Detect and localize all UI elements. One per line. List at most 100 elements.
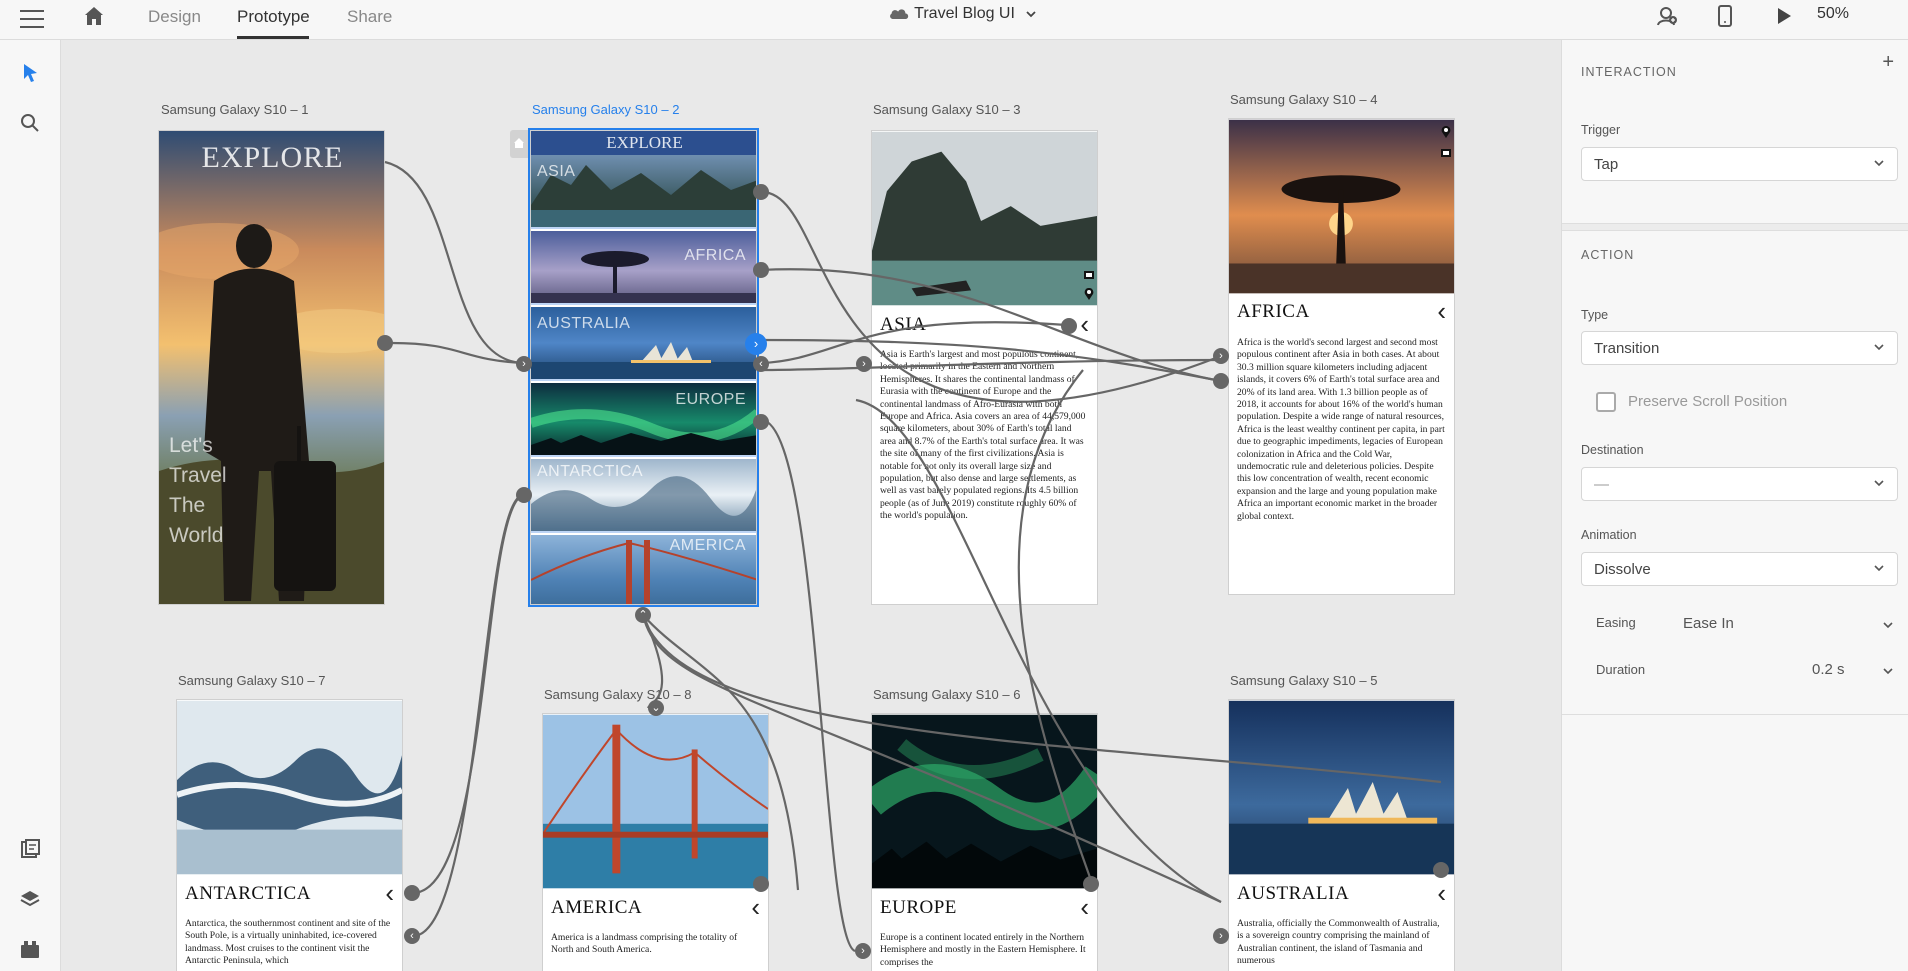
animation-value: Dissolve	[1594, 561, 1651, 578]
strip-america[interactable]: AMERICA	[531, 535, 756, 604]
wire-node[interactable]	[753, 414, 769, 430]
wire-node[interactable]	[1083, 876, 1099, 892]
hamburger-menu-icon[interactable]	[20, 4, 44, 34]
artboard-7[interactable]: ANTARCTICA ‹ Antarctica, the southernmos…	[176, 699, 403, 971]
artboard-3[interactable]: ASIA ‹ Asia is Earth's largest and most …	[871, 130, 1098, 605]
australia-body: Australia, officially the Commonwealth o…	[1237, 918, 1440, 967]
selected-wire-handle[interactable]: ›	[745, 333, 767, 355]
back-chevron-icon[interactable]: ‹	[1437, 298, 1446, 324]
destination-dropdown[interactable]: —	[1581, 467, 1898, 501]
strip-antarctica[interactable]: ANTARCTICA	[531, 459, 756, 533]
artboard-6[interactable]: EUROPE ‹ Europe is a continent located e…	[871, 713, 1098, 971]
artboard-label-4[interactable]: Samsung Galaxy S10 – 4	[1230, 92, 1377, 107]
gallery-icon[interactable]	[1440, 147, 1452, 159]
gallery-icon[interactable]	[1083, 269, 1095, 281]
chevron-down-icon[interactable]	[1882, 665, 1894, 677]
wire[interactable]	[411, 493, 524, 938]
duration-value[interactable]: 0.2 s	[1812, 661, 1845, 678]
america-title: AMERICA	[551, 897, 643, 918]
artboard-label-6[interactable]: Samsung Galaxy S10 – 6	[873, 687, 1020, 702]
back-chevron-icon[interactable]: ‹	[1080, 311, 1089, 337]
europe-title: EUROPE	[880, 897, 957, 918]
tagline-line: World	[169, 524, 224, 547]
wire-target-arrow[interactable]: ›	[855, 943, 871, 959]
strip-asia[interactable]: ASIA	[531, 155, 756, 229]
strip-africa[interactable]: AFRICA	[531, 231, 756, 305]
tab-design[interactable]: Design	[148, 7, 201, 27]
wire-target-arrow[interactable]: ›	[856, 356, 872, 372]
assets-icon[interactable]	[19, 838, 41, 860]
animation-dropdown[interactable]: Dissolve	[1581, 552, 1898, 586]
plus-icon[interactable]: +	[1882, 51, 1894, 74]
wire[interactable]	[391, 341, 524, 365]
strip-australia[interactable]: AUSTRALIA	[531, 307, 756, 381]
left-toolbar	[0, 40, 61, 971]
document-title-dropdown[interactable]: Travel Blog UI	[888, 5, 1037, 23]
back-chevron-icon[interactable]: ‹	[751, 894, 760, 920]
artboard-label-7[interactable]: Samsung Galaxy S10 – 7	[178, 673, 325, 688]
map-pin-icon[interactable]	[1440, 125, 1452, 139]
wire-node[interactable]	[1213, 373, 1229, 389]
wire[interactable]	[411, 493, 524, 895]
wire-node[interactable]	[753, 876, 769, 892]
tab-prototype[interactable]: Prototype	[237, 7, 310, 27]
tab-share[interactable]: Share	[347, 7, 392, 27]
play-icon[interactable]	[1771, 4, 1795, 28]
australia-detail-photo	[1229, 700, 1454, 875]
wire-target-arrow[interactable]: ⌃	[635, 607, 651, 623]
trigger-dropdown[interactable]: Tap	[1581, 147, 1898, 181]
tagline: Let's Travel The World	[169, 431, 227, 551]
wire-node[interactable]	[516, 487, 532, 503]
wire-target-arrow[interactable]: ›	[1213, 928, 1229, 944]
wire-node[interactable]	[377, 335, 393, 351]
back-chevron-icon[interactable]: ‹	[385, 880, 394, 906]
wire-node[interactable]	[404, 885, 420, 901]
device-preview-icon[interactable]	[1713, 4, 1737, 28]
preserve-scroll-checkbox[interactable]	[1596, 392, 1616, 412]
wire-target-arrow[interactable]: ‹	[404, 928, 420, 944]
australia-title: AUSTRALIA	[1237, 883, 1350, 904]
artboard-1[interactable]: EXPLORE Let's Travel The World	[158, 130, 385, 605]
wire-node[interactable]	[1061, 318, 1077, 334]
zoom-level[interactable]: 50%	[1817, 5, 1849, 23]
property-inspector: INTERACTION + Trigger Tap ACTION Type Tr…	[1561, 40, 1908, 971]
home-icon[interactable]	[82, 4, 106, 28]
back-chevron-icon[interactable]: ‹	[1437, 880, 1446, 906]
wire[interactable]	[384, 160, 524, 365]
artboard-5[interactable]: AUSTRALIA ‹ Australia, officially the Co…	[1228, 699, 1455, 971]
wire-target-arrow[interactable]: ‹	[753, 356, 769, 372]
search-icon[interactable]	[19, 112, 41, 134]
wire-target-arrow[interactable]: ›	[1213, 348, 1229, 364]
wire-target-arrow[interactable]: ›	[516, 356, 532, 372]
home-artboard-marker[interactable]	[510, 130, 528, 158]
wire-node[interactable]	[1433, 862, 1449, 878]
select-arrow-icon[interactable]	[19, 62, 41, 84]
back-chevron-icon[interactable]: ‹	[1080, 894, 1089, 920]
wire[interactable]	[760, 418, 856, 953]
type-dropdown[interactable]: Transition	[1581, 331, 1898, 365]
trigger-value: Tap	[1594, 156, 1619, 173]
artboard-4[interactable]: AFRICA ‹ Africa is the world's second la…	[1228, 118, 1455, 595]
strip-europe[interactable]: EUROPE	[531, 383, 756, 457]
tagline-line: The	[169, 494, 206, 517]
artboard-8[interactable]: AMERICA ‹ America is a landmass comprisi…	[542, 713, 769, 971]
type-value: Transition	[1594, 340, 1660, 357]
artboard-label-8[interactable]: Samsung Galaxy S10 – 8	[544, 687, 691, 702]
design-canvas[interactable]: Samsung Galaxy S10 – 1 Samsung Galaxy S1…	[61, 40, 1561, 971]
wire-target-arrow[interactable]: ⌄	[648, 700, 664, 716]
wire-node[interactable]	[753, 184, 769, 200]
wire-node[interactable]	[753, 262, 769, 278]
artboard-label-3[interactable]: Samsung Galaxy S10 – 3	[873, 102, 1020, 117]
chevron-down-icon[interactable]	[1882, 619, 1894, 631]
artboard-label-2[interactable]: Samsung Galaxy S10 – 2	[532, 102, 679, 117]
artboard-label-5[interactable]: Samsung Galaxy S10 – 5	[1230, 673, 1377, 688]
artboard-label-1[interactable]: Samsung Galaxy S10 – 1	[161, 102, 308, 117]
map-pin-icon[interactable]	[1083, 287, 1095, 301]
layers-icon[interactable]	[19, 888, 41, 910]
user-share-icon[interactable]	[1655, 4, 1679, 28]
app-window: Design Prototype Share Travel Blog UI 50…	[0, 0, 1908, 971]
artboard-2[interactable]: EXPLORE ASIA AFRICA AUSTRALIA EUROPE ANT…	[528, 128, 759, 607]
america-detail-photo	[543, 714, 768, 889]
easing-value[interactable]: Ease In	[1683, 615, 1734, 632]
plugins-icon[interactable]	[19, 938, 41, 960]
